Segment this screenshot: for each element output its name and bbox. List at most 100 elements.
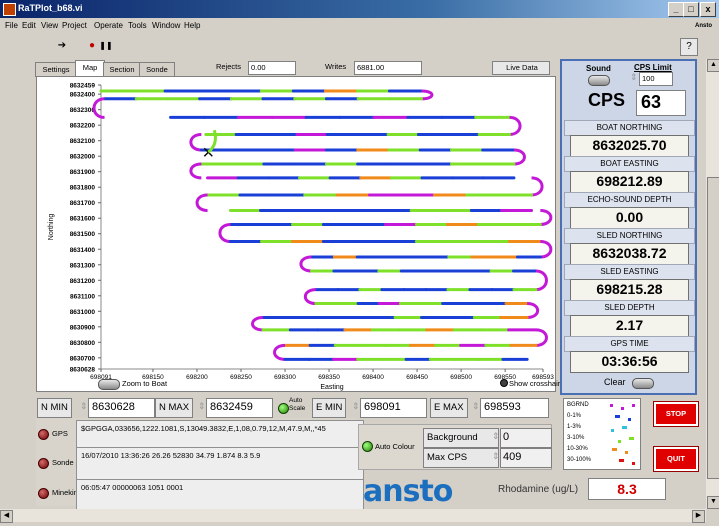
pause-icon[interactable]: ❚❚ — [98, 38, 114, 54]
nmax-spinner-icon[interactable]: ⇕ — [198, 398, 206, 416]
legend-item: 0-1% — [567, 413, 582, 419]
menu-window[interactable]: Window — [152, 21, 180, 30]
emax-label: E MAX — [430, 398, 468, 418]
nmin-spinner-icon[interactable]: ⇕ — [80, 398, 88, 416]
y-tick-label: 8631200 — [70, 278, 96, 285]
legend-dot — [619, 459, 622, 462]
cps-limit-input[interactable]: 100 — [639, 72, 673, 86]
nmax-input[interactable]: 8632459 — [206, 398, 273, 418]
map-plot[interactable]: 8632459 8632400 8632300 8632200 8632100 86320… — [37, 77, 555, 392]
track-turn — [540, 208, 553, 226]
colour-legend: BGRND 0-1% 1-3% 3-10% 10-30% 30-100% — [563, 398, 641, 470]
menu-operate[interactable]: Operate — [94, 21, 123, 30]
boat-northing-value: 8632025.70 — [570, 135, 689, 157]
horizontal-scrollbar[interactable]: ◀ ▶ — [0, 509, 706, 523]
legend-item: BGRND — [567, 402, 589, 408]
boat-northing-label: BOAT NORTHING — [564, 120, 695, 136]
legend-dot — [610, 404, 613, 407]
sled-easting-value: 698215.28 — [570, 279, 689, 301]
emax-input[interactable]: 698593 — [480, 398, 549, 418]
tab-section[interactable]: Section — [103, 62, 141, 77]
sled-easting-label: SLED EASTING — [564, 264, 695, 280]
scroll-left-icon[interactable]: ◀ — [0, 510, 13, 523]
track-turn — [189, 162, 202, 180]
legend-dot — [632, 462, 635, 465]
tab-map[interactable]: Map — [75, 60, 105, 77]
maxcps-input[interactable]: 409 — [500, 448, 552, 468]
menu-project[interactable]: Project — [62, 21, 87, 30]
track-turn — [299, 255, 312, 273]
scroll-down-icon[interactable]: ▼ — [707, 496, 719, 509]
x-axis-title: Easting — [320, 384, 343, 391]
gps-time-value: 03:36:56 — [570, 351, 689, 373]
menu-view[interactable]: View — [41, 21, 58, 30]
maxcps-spinner-icon[interactable]: ⇕ — [492, 448, 500, 466]
nmax-label: N MAX — [155, 398, 194, 418]
readout-panel: Sound CPS Limit ⇕ 100 CPS 63 BOAT NORTHI… — [560, 59, 697, 395]
cps-limit-label: CPS Limit — [634, 63, 672, 72]
nmin-label: N MIN — [37, 398, 72, 418]
gps-led — [38, 429, 49, 440]
vertical-scrollbar[interactable]: ▲ ▼ — [706, 59, 719, 509]
auto-colour-label: Auto Colour — [375, 442, 415, 451]
sonde-led — [38, 458, 49, 469]
legend-dot — [628, 418, 631, 421]
menu-right-logo: Ansto — [695, 23, 712, 29]
scroll-up-icon[interactable]: ▲ — [707, 59, 719, 72]
background-input[interactable]: 0 — [500, 428, 552, 448]
cps-limit-spinner-icon[interactable]: ⇕ — [630, 71, 638, 83]
y-tick-label: 8631400 — [70, 247, 96, 254]
menu-file[interactable]: File — [5, 21, 18, 30]
background-label: Background — [423, 428, 499, 448]
track-turn — [421, 89, 434, 101]
tab-sonde[interactable]: Sonde — [139, 62, 175, 77]
menu-edit[interactable]: Edit — [22, 21, 36, 30]
emin-label: E MIN — [312, 398, 347, 418]
legend-dot — [625, 451, 628, 454]
legend-dot — [629, 437, 632, 440]
crosshair-led[interactable] — [500, 379, 508, 387]
nmin-input[interactable]: 8630628 — [88, 398, 155, 418]
auto-colour-led[interactable] — [362, 441, 373, 452]
x-tick-label: 698450 — [406, 374, 428, 381]
maximize-button[interactable]: □ — [683, 2, 699, 17]
legend-dot — [612, 448, 615, 451]
scroll-thumb[interactable] — [707, 177, 719, 479]
boat-easting-label: BOAT EASTING — [564, 156, 695, 172]
boat-easting-value: 698212.89 — [570, 171, 689, 193]
clear-label: Clear — [604, 377, 626, 387]
emax-spinner-icon[interactable]: ⇕ — [472, 398, 480, 416]
minekin-string: 06:05:47 00000063 1051 0001 — [76, 479, 364, 513]
y-tick-label: 8631700 — [70, 200, 96, 207]
y-tick-label: 8632200 — [70, 123, 96, 130]
cps-value: 63 — [636, 90, 686, 116]
minekin-led — [38, 488, 49, 499]
track-turn — [535, 328, 548, 347]
emin-input[interactable]: 698091 — [360, 398, 427, 418]
help-icon[interactable]: ? — [680, 38, 698, 56]
y-tick-label: 8632100 — [70, 138, 96, 145]
track-turn — [218, 222, 231, 244]
scroll-right-icon[interactable]: ▶ — [692, 510, 705, 523]
quit-button[interactable]: QUIT — [654, 447, 698, 471]
run-arrow-icon[interactable]: ➔ — [54, 38, 70, 54]
clear-toggle[interactable] — [632, 378, 654, 389]
menu-tools[interactable]: Tools — [128, 21, 147, 30]
legend-dot — [632, 404, 635, 407]
background-spinner-icon[interactable]: ⇕ — [492, 428, 500, 446]
map-plot-panel: 8632459 8632400 8632300 8632200 8632100 86320… — [36, 76, 556, 392]
sound-toggle[interactable] — [588, 75, 610, 86]
y-tick-label: 8632000 — [70, 154, 96, 161]
close-button[interactable]: x — [700, 2, 716, 17]
menu-bar: File Edit View Project Operate Tools Win… — [0, 18, 719, 34]
zoom-to-boat-toggle[interactable] — [98, 379, 120, 390]
menu-help[interactable]: Help — [184, 21, 200, 30]
auto-scale-led[interactable] — [278, 403, 289, 414]
stop-button[interactable]: STOP — [654, 402, 698, 426]
minimize-button[interactable]: _ — [668, 2, 684, 17]
tab-settings[interactable]: Settings — [35, 62, 77, 77]
track-turn — [513, 148, 526, 166]
live-data-indicator: Live Data — [492, 61, 550, 75]
emin-spinner-icon[interactable]: ⇕ — [352, 398, 360, 416]
track-turn — [251, 316, 264, 332]
